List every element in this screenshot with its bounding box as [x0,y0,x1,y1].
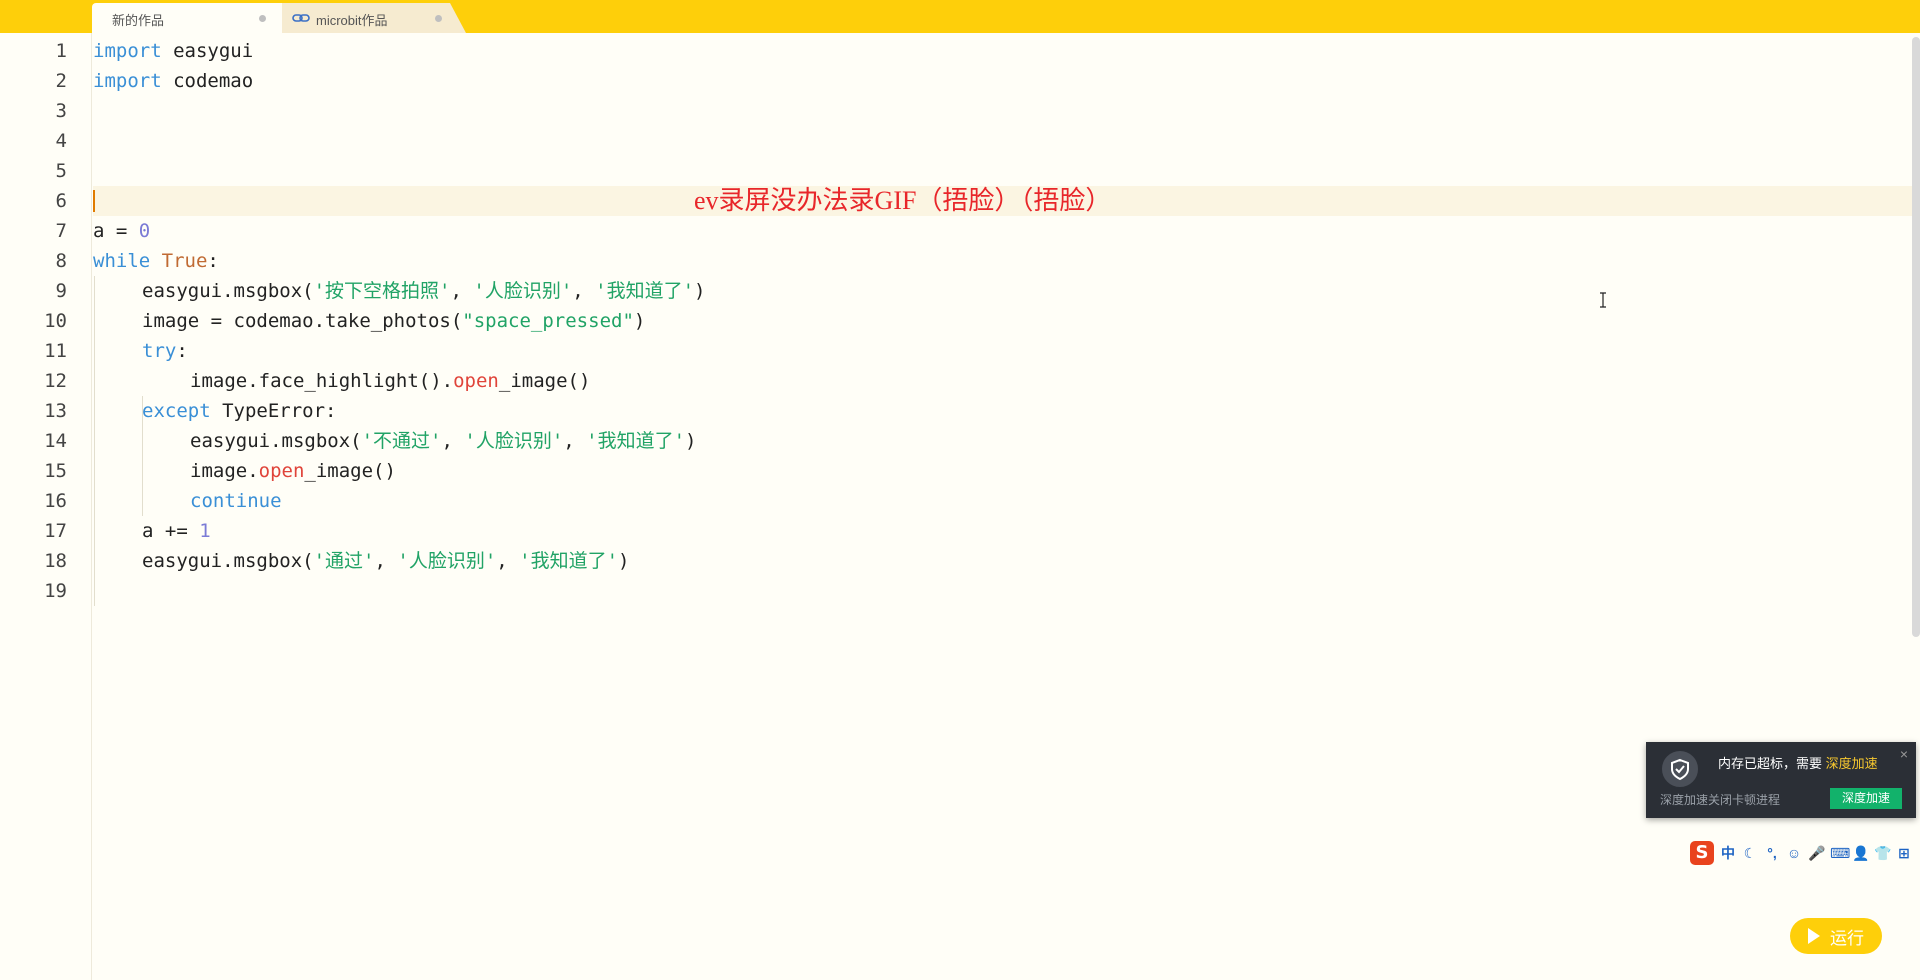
code-line-14[interactable]: easygui.msgbox('不通过', '人脸识别', '我知道了') [190,426,697,456]
code-line-18[interactable]: easygui.msgbox('通过', '人脸识别', '我知道了') [142,546,630,576]
code-line-7[interactable]: a = 0 [93,216,150,246]
line-number: 7 [55,220,67,242]
ime-toolbar: S 中 ☾ °, ☺ 🎤 ⌨ 👤 👕 ⊞ [1690,840,1912,866]
code-line-1[interactable]: import easygui [93,36,253,66]
line-number: 11 [44,340,67,362]
code-line-15[interactable]: image.open_image() [190,456,396,486]
line-number: 17 [44,520,67,542]
line-number: 6 [55,190,67,212]
line-number: 16 [44,490,67,512]
line-number: 3 [55,100,67,122]
code-line-12[interactable]: image.face_highlight().open_image() [190,366,590,396]
user-icon[interactable]: 👤 [1852,845,1869,862]
line-number: 2 [55,70,67,92]
microphone-icon[interactable]: 🎤 [1808,845,1825,862]
memory-warning-subtitle: 深度加速关闭卡顿进程 [1660,793,1781,807]
deep-accelerate-link[interactable]: 深度加速 [1826,756,1878,771]
line-number: 4 [55,130,67,152]
line-number-gutter: 1 2 3 4 5 6 7 8 9 10 11 12 13 14 15 16 1… [0,33,92,980]
tab-close-dot-icon[interactable] [259,15,266,22]
line-number: 10 [44,310,67,332]
ime-chinese-mode[interactable]: 中 [1720,843,1736,863]
code-editor[interactable]: 1 2 3 4 5 6 7 8 9 10 11 12 13 14 15 16 1… [0,33,1920,980]
deep-accelerate-button[interactable]: 深度加速 [1830,788,1902,809]
close-icon[interactable]: × [1900,746,1908,762]
memory-warning-title: 内存已超标，需要 深度加速 [1718,756,1878,771]
line-number: 12 [44,370,67,392]
line-number: 13 [44,400,67,422]
line-number: 18 [44,550,67,572]
text-cursor-icon [1600,292,1606,308]
indent-guide [94,276,95,606]
grid-menu-icon[interactable]: ⊞ [1896,845,1912,862]
line-number: 1 [55,40,67,62]
tab-microbit-work[interactable]: microbit作品 [282,3,466,33]
line-number: 15 [44,460,67,482]
code-line-2[interactable]: import codemao [93,66,253,96]
tab-label: 新的作品 [112,13,165,28]
line-number: 19 [44,580,67,602]
line-number: 9 [55,280,67,302]
code-line-16[interactable]: continue [190,486,282,516]
shield-icon [1660,749,1700,789]
code-line-9[interactable]: easygui.msgbox('按下空格拍照', '人脸识别', '我知道了') [142,276,706,306]
line-number: 5 [55,160,67,182]
moon-icon[interactable]: ☾ [1742,845,1758,862]
screen-recording-caption: ev录屏没办法录GIF（捂脸）（捂脸） [694,186,1112,215]
vertical-scrollbar[interactable] [1912,37,1920,637]
line-number: 14 [44,430,67,452]
code-line-13[interactable]: except TypeError: [142,396,336,426]
run-button[interactable]: 运行 [1790,918,1882,954]
skin-shirt-icon[interactable]: 👕 [1874,845,1891,862]
punctuation-icon[interactable]: °, [1764,845,1780,861]
emoji-icon[interactable]: ☺ [1786,845,1802,861]
line-number: 8 [55,250,67,272]
code-line-8[interactable]: while True: [93,246,219,276]
run-button-label: 运行 [1830,928,1864,948]
tab-bar: 新的作品 microbit作品 [0,0,1920,33]
sogou-logo-icon[interactable]: S [1690,841,1714,865]
tab-new-work[interactable]: 新的作品 [92,3,304,33]
code-line-11[interactable]: try: [142,336,188,366]
code-editor-window: 新的作品 microbit作品 1 2 3 4 5 6 7 8 9 10 11 … [0,0,1920,980]
code-line-17[interactable]: a += 1 [142,516,211,546]
memory-warning-popup: 内存已超标，需要 深度加速 × 深度加速关闭卡顿进程 深度加速 [1646,742,1916,818]
tab-close-dot-icon[interactable] [435,15,442,22]
play-icon [1808,928,1820,944]
text-caret [93,190,95,212]
keyboard-icon[interactable]: ⌨ [1830,845,1850,862]
link-icon [292,14,310,22]
tab-label: microbit作品 [316,13,388,28]
code-line-10[interactable]: image = codemao.take_photos("space_press… [142,306,645,336]
